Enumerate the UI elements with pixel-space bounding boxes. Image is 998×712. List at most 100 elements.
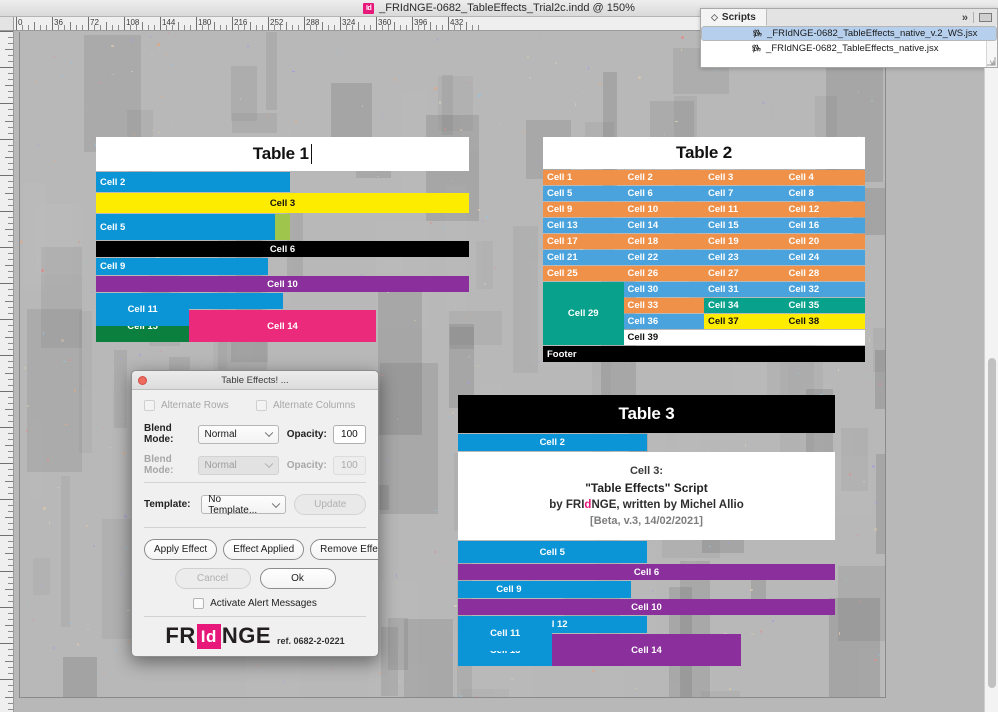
table-row[interactable]: Cell 21Cell 22Cell 23Cell 24 [543, 250, 865, 265]
table-cell[interactable]: Cell 11 [96, 293, 189, 326]
table-cell[interactable]: Cell 28 [785, 266, 866, 281]
table-cell[interactable]: Cell 17 [543, 234, 624, 249]
table-cell[interactable]: Cell 14 [552, 634, 741, 666]
table-title[interactable]: Table 2 [543, 137, 865, 169]
table-cell[interactable]: Cell 34 [704, 298, 785, 313]
alternate-rows-checkbox[interactable]: Alternate Rows [144, 400, 256, 411]
checkbox-icon[interactable] [193, 598, 204, 609]
table-cell[interactable]: Cell 36 [624, 314, 705, 329]
table-cell[interactable]: Cell 26 [624, 266, 705, 281]
table-row[interactable]: Cell 7Cell 8Cell 9 [96, 258, 469, 275]
table-cell[interactable]: Cell 5 [543, 186, 624, 201]
table-cell[interactable]: Cell 11 [458, 616, 552, 651]
table-cell[interactable]: Cell 9 [543, 202, 624, 217]
table-cell[interactable]: Cell 24 [785, 250, 866, 265]
table-cell[interactable]: Cell 25 [543, 266, 624, 281]
table-cell[interactable]: Cell 37 [704, 314, 785, 329]
table-row[interactable]: Table 1 [96, 137, 469, 171]
scripts-panel[interactable]: ◇ Scripts » ^ v 𝔓ₕ_FRIdNGE-0682_TableEff… [700, 8, 998, 68]
table-row[interactable]: Cell 5Cell 6Cell 7Cell 8 [543, 186, 865, 201]
table-cell[interactable]: Cell 18 [624, 234, 705, 249]
table-cell[interactable]: Cell 4 [785, 170, 866, 185]
table-row[interactable]: Cell 13Cell 14Cell 15Cell 16 [543, 218, 865, 233]
table-cell[interactable]: Cell 9 [458, 581, 560, 598]
script-list-item[interactable]: 𝔓ₕ_FRIdNGE-0682_TableEffects_native.jsx [701, 41, 997, 56]
apply-effect-button[interactable]: Apply Effect [144, 539, 217, 560]
table-row[interactable]: Cell 39 [624, 330, 866, 345]
table-cell[interactable]: Cell 27 [704, 266, 785, 281]
table-cell[interactable]: Cell 5 [458, 541, 647, 563]
ruler-origin-corner[interactable] [0, 17, 14, 31]
remove-effect-button[interactable]: Remove Effect [310, 539, 379, 560]
table-cell[interactable]: Cell 2 [624, 170, 705, 185]
table-row[interactable]: Cell 11Cell 12Cell 13 [96, 293, 469, 309]
table-cell[interactable]: Cell 21 [543, 250, 624, 265]
table-cell[interactable]: Cell 10 [96, 276, 469, 292]
table-cell[interactable]: Cell 14 [189, 310, 376, 342]
table-cell[interactable]: Cell 14 [624, 218, 705, 233]
resize-grip-icon[interactable] [986, 56, 996, 66]
table-row[interactable]: Cell 3 [96, 193, 469, 213]
table-1[interactable]: Table 1Cell 1Cell 2Cell 3Cell 4Cell 5Cel… [96, 137, 469, 343]
table-row[interactable]: Cell 36Cell 37Cell 38 [624, 314, 866, 329]
table-title[interactable]: Table 1 [96, 137, 469, 171]
table-row[interactable]: Cell 25Cell 26Cell 27Cell 28 [543, 266, 865, 281]
table-cell[interactable]: Cell 3 [704, 170, 785, 185]
table-cell[interactable]: Cell 1 [543, 170, 624, 185]
table-row[interactable]: Cell 1Cell 2Cell 3Cell 4 [543, 170, 865, 185]
table-row[interactable]: Cell 10 [458, 599, 835, 615]
template-select[interactable]: No Template... [201, 495, 286, 514]
table-cell[interactable]: Cell 38 [785, 314, 866, 329]
table-cell[interactable]: Cell 35 [785, 298, 866, 313]
table-row[interactable]: Cell 7Cell 8Cell 9 [458, 581, 835, 598]
table-cell[interactable]: Cell 19 [704, 234, 785, 249]
panel-menu-icon[interactable] [979, 13, 992, 22]
double-chevron-right-icon[interactable]: » [962, 12, 968, 24]
table-cell[interactable]: Cell 5 [96, 214, 275, 240]
table-cell[interactable]: Cell 6 [96, 241, 469, 257]
close-window-icon[interactable] [138, 376, 147, 385]
table-row[interactable]: Cell 4Cell 5 [458, 541, 835, 563]
table-cell[interactable]: Cell 13 [543, 218, 624, 233]
table-cell[interactable]: Cell 22 [624, 250, 705, 265]
checkbox-icon[interactable] [256, 400, 267, 411]
table-cell-merged[interactable]: Cell 29 [543, 282, 624, 345]
table-cell[interactable]: Cell 2 [96, 172, 275, 192]
checkbox-icon[interactable] [144, 400, 155, 411]
table-cell[interactable]: Cell 9 [96, 258, 197, 275]
table-cell[interactable]: Cell 3 [96, 193, 469, 213]
table-cell[interactable]: Cell 8 [785, 186, 866, 201]
table-cell[interactable]: Cell 16 [785, 218, 866, 233]
alternate-columns-checkbox[interactable]: Alternate Columns [256, 400, 355, 411]
table-3[interactable]: Table 3Cell 1Cell 2Cell 3:"Table Effects… [458, 395, 835, 667]
table-row[interactable]: Cell 30Cell 31Cell 32 [624, 282, 866, 297]
document-vertical-scrollbar[interactable] [984, 68, 998, 712]
table-cell[interactable]: Cell 20 [785, 234, 866, 249]
table-cell[interactable]: Cell 33 [624, 298, 705, 313]
table-row[interactable]: Cell 33Cell 34Cell 35 [624, 298, 866, 313]
script-list-item[interactable]: 𝔓ₕ_FRIdNGE-0682_TableEffects_native_v.2_… [701, 26, 997, 41]
table-cell[interactable]: Cell 12 [785, 202, 866, 217]
table-row[interactable]: Cell 6 [458, 564, 835, 580]
table-cell[interactable]: Cell 32 [785, 282, 866, 297]
table-cell[interactable]: Cell 11 [704, 202, 785, 217]
table-info-cell[interactable]: Cell 3:"Table Effects" Scriptby FRIdNGE,… [458, 452, 835, 540]
table-row[interactable]: Cell 1Cell 2 [96, 172, 469, 192]
opacity-input-1[interactable]: 100 [333, 425, 366, 444]
activate-alerts-checkbox[interactable]: Activate Alert Messages [144, 598, 366, 609]
table-effects-dialog[interactable]: Table Effects! ... Alternate Rows Altern… [131, 370, 379, 657]
scripts-list[interactable]: ^ v 𝔓ₕ_FRIdNGE-0682_TableEffects_native_… [701, 26, 997, 67]
table-2[interactable]: Table 2Cell 1Cell 2Cell 3Cell 4Cell 5Cel… [543, 137, 865, 362]
table-cell[interactable]: Cell 30 [624, 282, 705, 297]
table-row[interactable]: Cell 17Cell 18Cell 19Cell 20 [543, 234, 865, 249]
effect-applied-button[interactable]: Effect Applied [223, 539, 304, 560]
table-footer[interactable]: Footer [543, 346, 865, 362]
table-row[interactable]: Cell 3:"Table Effects" Scriptby FRIdNGE,… [458, 452, 835, 540]
table-cell[interactable]: Cell 7 [704, 186, 785, 201]
table-title[interactable]: Table 3 [458, 395, 835, 433]
table-cell[interactable]: Cell 15 [704, 218, 785, 233]
tab-scripts[interactable]: ◇ Scripts [701, 9, 767, 26]
table-row[interactable]: Cell 1Cell 2 [458, 434, 835, 451]
table-cell[interactable]: Cell 23 [704, 250, 785, 265]
table-cell[interactable]: Cell 6 [458, 564, 835, 580]
